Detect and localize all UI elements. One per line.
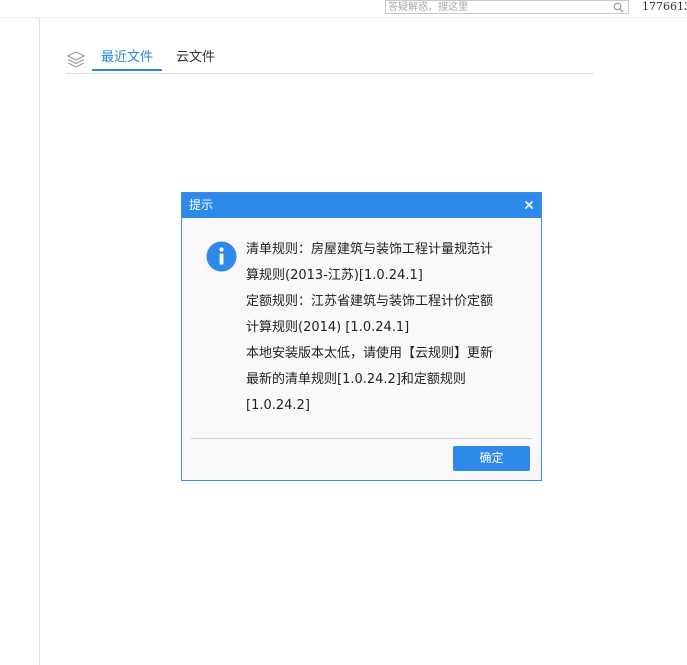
user-id: 1776613 [642,0,687,13]
dialog-divider [191,438,532,439]
close-icon[interactable] [521,197,537,213]
message-line: 算规则(2013-江苏)[1.0.24.1] [246,268,423,283]
message-line: [1.0.24.2] [246,398,310,413]
left-rail-divider [39,18,40,665]
message-line: 计算规则(2014) [1.0.24.1] [246,320,410,335]
prompt-dialog: 提示 清单规则：房屋建筑与装饰工程计量规范计 算规则(2013-江苏)[1.0.… [181,192,542,481]
ok-button[interactable]: 确定 [453,446,530,471]
layers-icon [66,51,86,68]
search-box[interactable] [385,0,629,14]
top-bar: 1776613 [0,0,687,18]
search-input[interactable] [388,1,610,13]
message-line: 定额规则：江苏省建筑与装饰工程计价定额 [246,294,494,309]
info-icon [206,241,237,272]
tab-cloud-files[interactable]: 云文件 [176,49,215,71]
page: 1776613 最近文件 云文件 提示 清单规则：房屋建筑与装饰工程计量规范计 … [0,0,687,665]
dialog-header: 提示 [182,193,541,218]
message-line: 本地安装版本太低，请使用【云规则】更新 [246,346,494,361]
dialog-title: 提示 [189,198,214,212]
tabs-bar: 最近文件 云文件 [66,45,594,74]
tab-recent-files[interactable]: 最近文件 [92,49,162,71]
search-icon[interactable] [613,2,624,13]
dialog-message: 清单规则：房屋建筑与装饰工程计量规范计 算规则(2013-江苏)[1.0.24.… [246,237,531,419]
message-line: 最新的清单规则[1.0.24.2]和定额规则 [246,372,466,387]
message-line: 清单规则：房屋建筑与装饰工程计量规范计 [246,242,494,257]
